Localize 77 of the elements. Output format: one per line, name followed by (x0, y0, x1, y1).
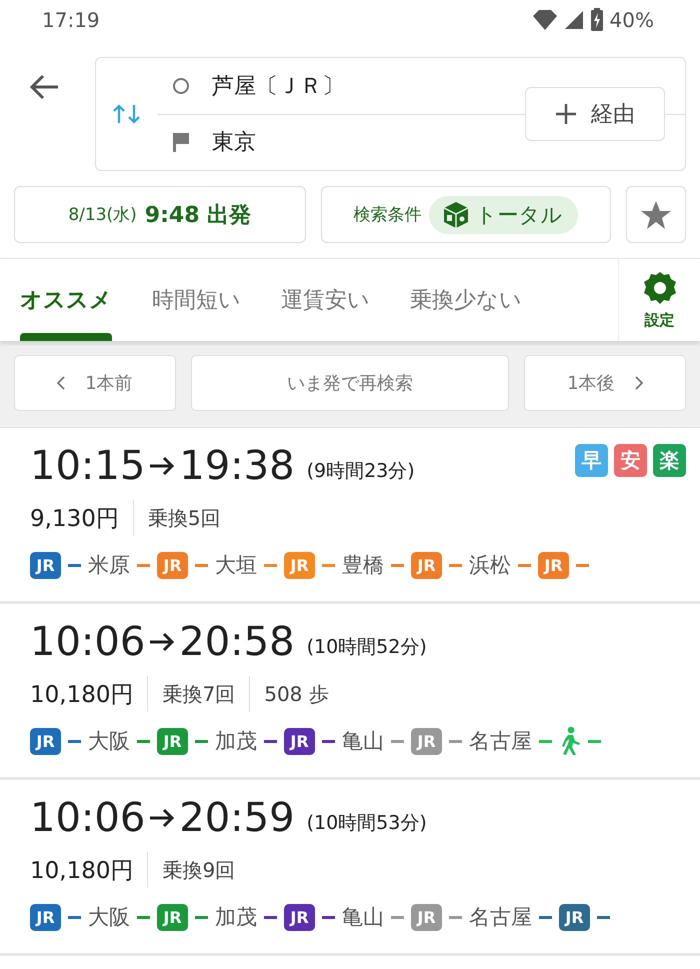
circle-icon (172, 77, 190, 95)
previous-button[interactable]: 1本前 (14, 355, 176, 411)
station-name: 亀山 (342, 728, 384, 755)
destination-station[interactable]: 東京 (212, 127, 256, 157)
fare: 9,130円 (30, 504, 120, 534)
station-name: 名古屋 (469, 904, 532, 931)
line-badge: JR (284, 552, 315, 578)
departure-time: 10:06 (30, 795, 146, 841)
favorite-button[interactable] (626, 186, 686, 243)
clock: 17:19 (42, 8, 100, 32)
station-name: 豊橋 (342, 552, 384, 579)
arrival-time: 20:58 (179, 619, 295, 665)
sort-tab[interactable]: 乗換少ない (410, 259, 522, 341)
signal-icon (564, 10, 584, 30)
line-badge: JR (30, 552, 61, 578)
route-tag: 早 (575, 444, 608, 477)
departure-time-button[interactable]: 8/13(水) 9:48 出発 (14, 186, 306, 243)
next-button[interactable]: 1本後 (524, 355, 686, 411)
line-badge: JR (284, 728, 315, 754)
wifi-icon (532, 9, 558, 31)
duration: (9時間23分) (306, 459, 415, 484)
departure-time: 10:15 (30, 443, 146, 489)
sort-tab[interactable]: 時間短い (152, 259, 241, 341)
sort-tab[interactable]: オススメ (20, 259, 112, 341)
station-name: 亀山 (342, 904, 384, 931)
arrival-time: 19:38 (179, 443, 295, 489)
plus-icon (555, 103, 577, 125)
arrival-time: 20:59 (179, 795, 295, 841)
line-badge: JR (411, 904, 442, 930)
via-button[interactable]: 経由 (525, 87, 665, 141)
station-name: 大阪 (88, 904, 130, 931)
station-name: 浜松 (469, 552, 511, 579)
search-conditions-button[interactable]: 検索条件 トータル (320, 186, 612, 243)
transfer-count: 乗換5回 (132, 500, 235, 536)
battery-percent: 40% (610, 8, 654, 32)
settings-icon (642, 270, 678, 304)
line-badge: JR (284, 904, 315, 930)
origin-station[interactable]: 芦屋〔ＪＲ〕 (212, 71, 344, 101)
arrow-icon (149, 632, 176, 652)
line-badge: JR (411, 552, 442, 578)
line-badge: JR (157, 552, 188, 578)
route-tag: 安 (614, 444, 647, 477)
flag-icon (172, 132, 190, 152)
line-badge: JR (30, 904, 61, 930)
departure-time: 10:06 (30, 619, 146, 665)
battery-icon (590, 8, 604, 32)
transfer-count: 乗換9回 (147, 852, 250, 888)
station-name: 大阪 (88, 728, 130, 755)
back-arrow-icon[interactable] (30, 74, 60, 100)
line-badge: JR (157, 728, 188, 754)
station-name: 名古屋 (469, 728, 532, 755)
line-badge: JR (538, 552, 569, 578)
transfer-count: 乗換7回 (147, 676, 250, 712)
swap-icon[interactable] (112, 104, 142, 124)
fare: 10,180円 (30, 680, 134, 710)
line-badge: JR (559, 904, 590, 930)
line-badge: JR (157, 904, 188, 930)
step-count: 508 歩 (249, 676, 343, 712)
line-badge: JR (411, 728, 442, 754)
chevron-right-icon (634, 376, 643, 390)
chevron-left-icon (57, 376, 66, 390)
research-button[interactable]: いま発で再検索 (191, 355, 509, 411)
station-name: 加茂 (215, 728, 257, 755)
duration: (10時間52分) (306, 635, 427, 660)
station-name: 大垣 (215, 552, 257, 579)
arrow-icon (149, 456, 176, 476)
station-name: 加茂 (215, 904, 257, 931)
cube-icon (443, 200, 470, 228)
arrow-icon (149, 808, 176, 828)
station-name: 米原 (88, 552, 130, 579)
fare: 10,180円 (30, 856, 134, 886)
star-icon (640, 200, 672, 230)
route-tag: 楽 (653, 444, 686, 477)
sort-tab[interactable]: 運賃安い (281, 259, 370, 341)
line-badge: JR (30, 728, 61, 754)
settings-button[interactable]: 設定 (618, 259, 700, 341)
duration: (10時間53分) (306, 811, 427, 836)
